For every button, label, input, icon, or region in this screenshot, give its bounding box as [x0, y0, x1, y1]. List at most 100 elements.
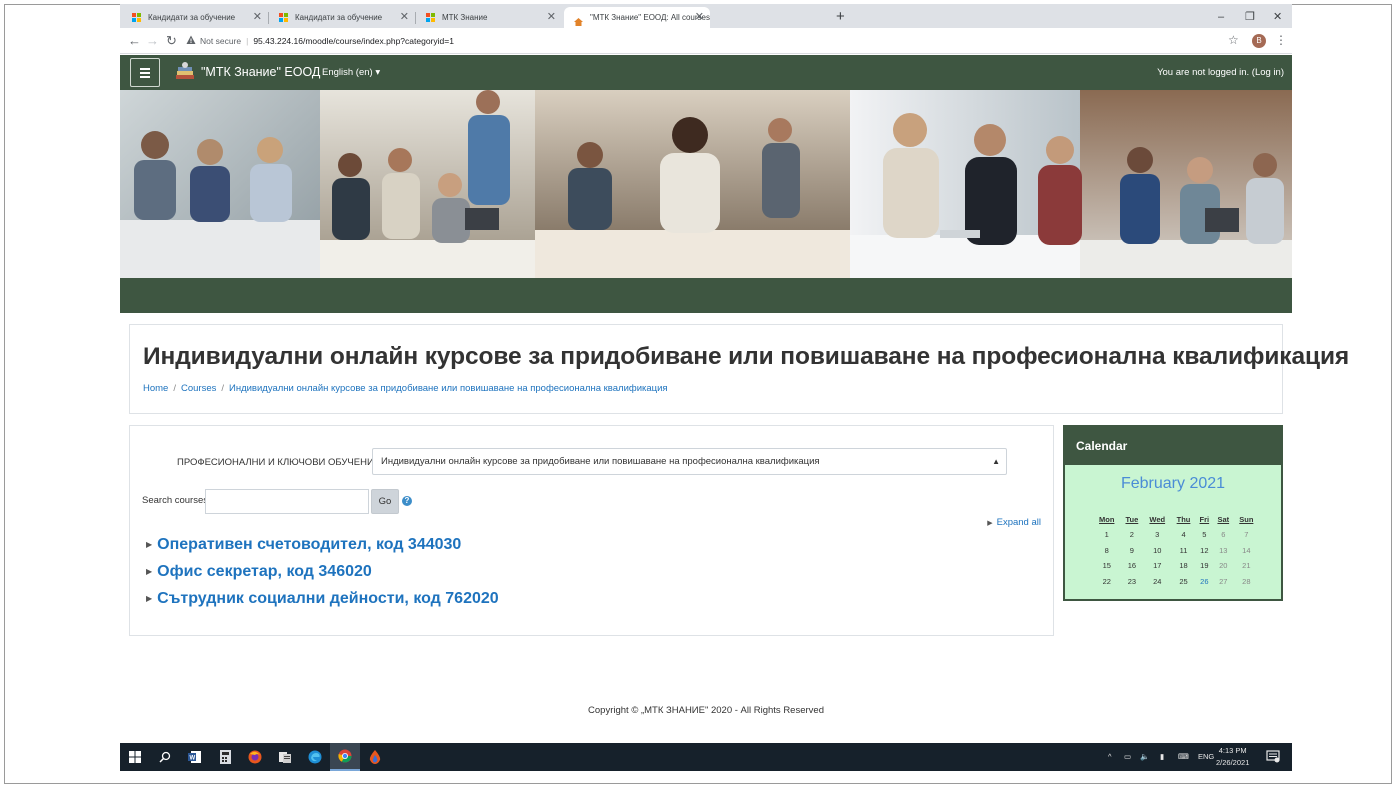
calendar-day-weekend: 13 — [1219, 545, 1228, 555]
close-tab-icon[interactable]: ✕ — [547, 7, 556, 28]
calendar-day: 19 — [1200, 561, 1209, 571]
course-item[interactable]: ▶ Офис секретар, код 346020 — [146, 563, 372, 581]
edge-icon[interactable] — [300, 743, 330, 771]
course-name: Сътрудник социални дейности, код 762020 — [157, 590, 499, 607]
calendar-day-today[interactable]: 26 — [1196, 574, 1213, 590]
reload-icon[interactable]: ↻ — [166, 32, 177, 50]
taskbar-clock[interactable]: 4:13 PM 2/26/2021 — [1216, 745, 1249, 769]
restore-button[interactable]: ❐ — [1245, 8, 1255, 26]
calendar-day-weekend: 28 — [1242, 576, 1251, 586]
weekday-header: Thu — [1176, 515, 1191, 524]
calendar-day: 3 — [1155, 530, 1160, 540]
help-icon[interactable]: ? — [402, 496, 412, 506]
bookmark-star-icon[interactable]: ☆ — [1228, 33, 1239, 47]
chrome-icon[interactable] — [330, 743, 360, 771]
browser-tab-3[interactable]: МТК Знание ✕ — [416, 7, 562, 28]
notification-icon[interactable] — [1266, 749, 1280, 763]
site-navbar: "МТК Знание" ЕООД English (en) ▾ You are… — [120, 55, 1292, 90]
calendar-day-weekend: 14 — [1242, 545, 1251, 555]
home-favicon-icon — [574, 13, 583, 26]
browser-tab-bar: Кандидати за обучение ✕ Кандидати за обу… — [120, 4, 1292, 28]
back-arrow-icon[interactable]: ← — [128, 32, 141, 50]
course-item[interactable]: ▶ Сътрудник социални дейности, код 762020 — [146, 590, 499, 608]
keyboard-icon[interactable]: ⌨ — [1178, 743, 1189, 771]
search-icon[interactable] — [150, 743, 180, 771]
forward-arrow-icon[interactable]: → — [146, 32, 159, 50]
calendar-day: 15 — [1102, 561, 1111, 571]
tab-title: МТК Знание — [442, 13, 488, 22]
network-icon[interactable]: ▭ — [1124, 743, 1131, 771]
close-tab-icon[interactable]: ✕ — [695, 7, 704, 28]
breadcrumb-courses-link[interactable]: Courses — [181, 383, 216, 394]
breadcrumb-category-link[interactable]: Индивидуални онлайн курсове за придобива… — [229, 383, 668, 394]
browser-tab-active[interactable]: "МТК Знание" ЕООД: All courses ✕ — [564, 7, 710, 28]
banner-strip — [120, 278, 1292, 313]
clock-time: 4:13 PM — [1218, 746, 1247, 755]
svg-text:W: W — [190, 756, 196, 762]
calendar-day: 10 — [1153, 545, 1162, 555]
new-tab-button[interactable]: + — [836, 7, 845, 27]
calendar-day-weekend: 20 — [1219, 561, 1228, 571]
warning-icon — [186, 35, 196, 44]
calendar-day: 12 — [1200, 545, 1209, 555]
calendar-day: 8 — [1104, 545, 1109, 555]
profile-avatar[interactable]: B — [1252, 34, 1266, 48]
calendar-heading: Calendar — [1065, 427, 1281, 465]
menu-toggle-button[interactable] — [130, 58, 160, 87]
search-go-button[interactable]: Go — [371, 489, 399, 514]
expand-arrow-icon: ▶ — [987, 520, 993, 527]
tray-chevron-icon[interactable]: ^ — [1108, 743, 1112, 771]
close-tab-icon[interactable]: ✕ — [253, 7, 262, 28]
close-window-button[interactable]: ✕ — [1273, 8, 1282, 26]
files-icon[interactable] — [270, 743, 300, 771]
weekday-header: Sun — [1239, 515, 1254, 524]
word-icon[interactable]: W — [180, 743, 210, 771]
firefox-icon[interactable] — [240, 743, 270, 771]
address-bar[interactable]: Not secure | 95.43.224.16/moodle/course/in… — [186, 32, 1276, 50]
page-footer: Copyright © „МТК ЗНАНИЕ" 2020 - All Righ… — [588, 705, 824, 716]
calendar-day: 9 — [1129, 545, 1134, 555]
category-selected-value: Индивидуални онлайн курсове за придобива… — [381, 456, 820, 467]
calendar-day: 5 — [1202, 530, 1207, 540]
books-logo-icon — [176, 62, 194, 79]
course-name: Офис секретар, код 346020 — [157, 563, 372, 580]
app-drop-icon[interactable] — [360, 743, 390, 771]
windows-taskbar: W ^ ▭ 🔈 ▮ ⌨ ENG 4:13 PM 2/26/2021 — [120, 743, 1292, 771]
calendar-day-weekend: 21 — [1242, 561, 1251, 571]
minimize-button[interactable]: – — [1218, 8, 1224, 26]
calendar-day-weekend: 7 — [1244, 530, 1249, 540]
breadcrumb-home-link[interactable]: Home — [143, 383, 168, 394]
course-item[interactable]: ▶ Оперативен счетоводител, код 344030 — [146, 536, 461, 554]
input-language[interactable]: ENG — [1198, 743, 1214, 771]
search-courses-input[interactable] — [205, 489, 369, 514]
moodle-favicon-icon — [279, 13, 288, 22]
select-caret-icon: ▲ — [992, 457, 1000, 466]
calendar-month[interactable]: February 2021 — [1065, 475, 1281, 493]
moodle-favicon-icon — [132, 13, 141, 22]
calendar-block: Calendar February 2021 Mon Tue Wed Thu F… — [1063, 425, 1283, 601]
site-brand-name[interactable]: "МТК Знание" ЕООД — [201, 55, 320, 90]
browser-menu-icon[interactable]: ⋮ — [1275, 33, 1287, 47]
calendar-day: 2 — [1129, 530, 1134, 540]
battery-icon[interactable]: ▮ — [1160, 743, 1164, 771]
language-menu[interactable]: English (en) ▾ — [322, 55, 380, 90]
course-name: Оперативен счетоводител, код 344030 — [157, 536, 462, 553]
weekday-header: Wed — [1149, 515, 1166, 524]
windows-start-icon[interactable] — [120, 743, 150, 771]
browser-tab-1[interactable]: Кандидати за обучение ✕ — [122, 7, 268, 28]
calendar-grid: Mon Tue Wed Thu Fri Sat Sun 1 2 3 4 5 6 … — [1093, 512, 1259, 589]
volume-icon[interactable]: 🔈 — [1140, 743, 1149, 771]
calendar-day-weekend: 27 — [1219, 576, 1228, 586]
browser-toolbar: ← → ↻ Not secure | 95.43.224.16/moodle/cou… — [120, 28, 1292, 54]
expand-all-link[interactable]: ▶ Expand all — [987, 517, 1041, 528]
category-select[interactable]: Индивидуални онлайн курсове за придобива… — [372, 448, 1007, 475]
calendar-day: 16 — [1127, 561, 1137, 571]
calculator-icon[interactable] — [210, 743, 240, 771]
moodle-favicon-icon — [426, 13, 435, 22]
login-status[interactable]: You are not logged in. (Log in) — [1157, 55, 1284, 90]
breadcrumb-divider: / — [221, 383, 224, 394]
weekday-header: Mon — [1099, 515, 1115, 524]
browser-tab-2[interactable]: Кандидати за обучение ✕ — [269, 7, 415, 28]
close-tab-icon[interactable]: ✕ — [400, 7, 409, 28]
calendar-day: 24 — [1153, 576, 1162, 586]
